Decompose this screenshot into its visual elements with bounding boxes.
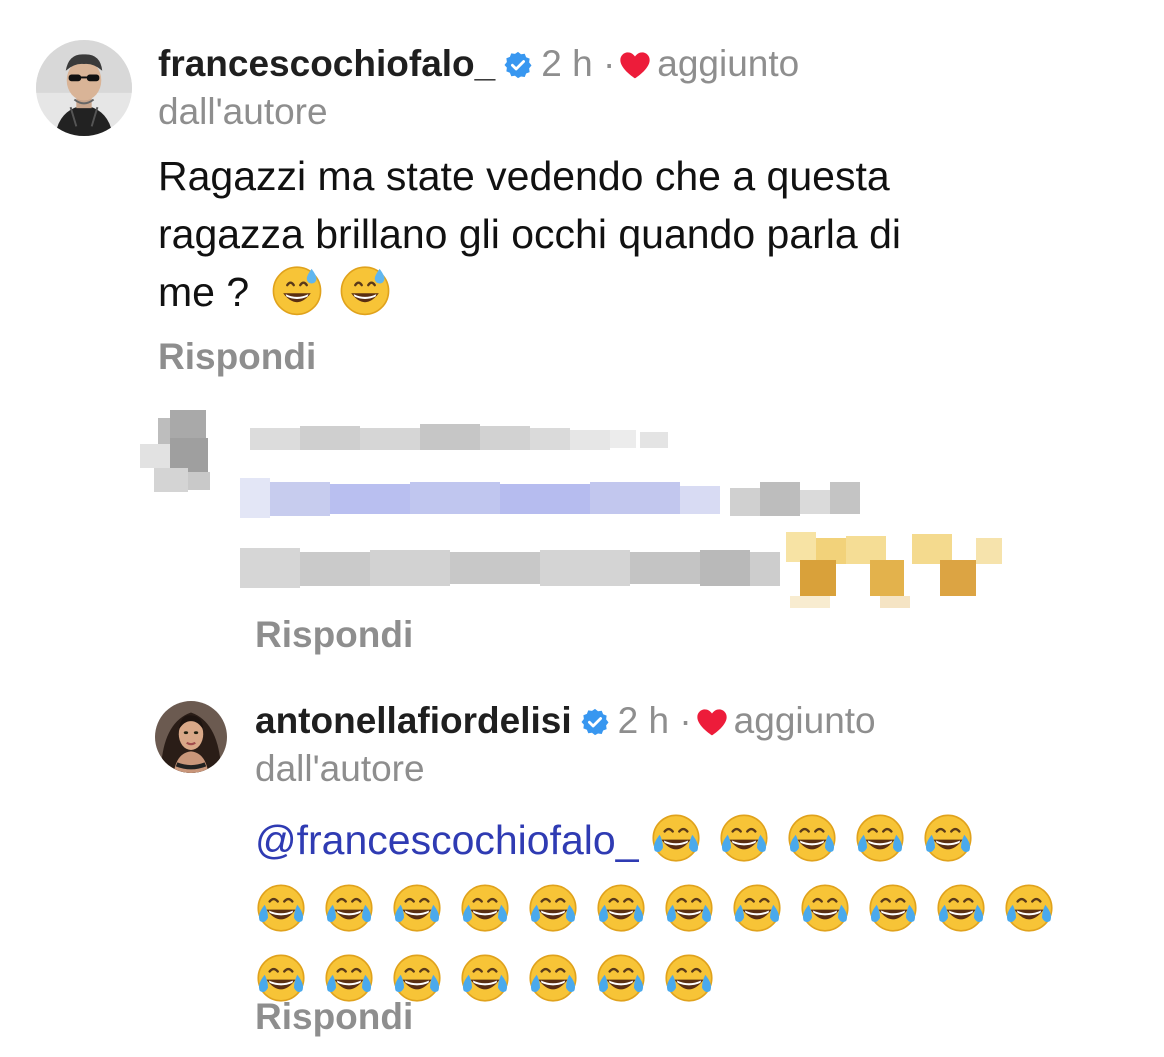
emoji-row — [255, 875, 1155, 945]
comment-text: @francescochiofalo_ — [255, 805, 1155, 1015]
tears-of-joy-emoji — [650, 812, 702, 864]
verified-badge-icon — [580, 707, 610, 737]
tears-of-joy-emoji — [595, 952, 647, 1004]
tears-of-joy-emoji — [527, 952, 579, 1004]
username[interactable]: antonellafiordelisi — [255, 700, 572, 741]
verified-badge-icon — [503, 50, 533, 80]
tears-of-joy-emoji — [255, 882, 307, 934]
tears-of-joy-emoji — [459, 882, 511, 934]
avatar-antonellafiordelisi[interactable] — [155, 701, 227, 773]
mention-link[interactable]: @francescochiofalo_ — [255, 817, 639, 863]
grinning-sweat-emoji — [339, 264, 391, 316]
tears-of-joy-emoji — [867, 882, 919, 934]
comment-header: francescochiofalo_ 2 h · aggiunto dall'aut… — [158, 40, 1138, 136]
tears-of-joy-emoji — [527, 882, 579, 934]
tears-of-joy-emoji — [854, 812, 906, 864]
author-like-label: aggiunto — [733, 700, 876, 741]
tears-of-joy-emoji — [935, 882, 987, 934]
separator: · — [602, 43, 616, 84]
author-like-label-2: dall'autore — [158, 91, 328, 132]
grinning-sweat-emoji — [271, 264, 323, 316]
emoji-row — [650, 814, 990, 863]
avatar-francescochiofalo[interactable] — [36, 40, 132, 136]
heart-icon — [696, 708, 728, 736]
heart-icon — [619, 51, 651, 79]
comment-time: 2 h — [617, 700, 670, 741]
reply-button[interactable]: Rispondi — [255, 614, 413, 656]
tears-of-joy-emoji — [595, 882, 647, 934]
comment-text: Ragazzi ma state vedendo che a questa ra… — [158, 147, 1138, 321]
tears-of-joy-emoji — [718, 812, 770, 864]
separator: · — [679, 700, 692, 741]
pixelated-comment — [140, 410, 1020, 610]
comment-text-end: me ? — [158, 269, 250, 315]
author-like-label: aggiunto — [657, 43, 800, 84]
username[interactable]: francescochiofalo_ — [158, 43, 495, 84]
comment-header: antonellafiordelisi 2 h · aggiunto dall'au… — [255, 697, 1145, 793]
tears-of-joy-emoji — [786, 812, 838, 864]
comment-text-line: ragazza brillano gli occhi quando parla … — [158, 211, 902, 257]
tears-of-joy-emoji — [731, 882, 783, 934]
comment-text-line: Ragazzi ma state vedendo che a questa — [158, 153, 890, 199]
tears-of-joy-emoji — [663, 882, 715, 934]
tears-of-joy-emoji — [391, 882, 443, 934]
tears-of-joy-emoji — [459, 952, 511, 1004]
author-like-label-2: dall'autore — [255, 748, 425, 789]
comment-text-line-last: me ? — [158, 263, 1138, 321]
pixelated-blur-graphic — [140, 410, 1002, 608]
reply-button[interactable]: Rispondi — [158, 336, 316, 378]
reply-button[interactable]: Rispondi — [255, 996, 413, 1038]
tears-of-joy-emoji — [922, 812, 974, 864]
tears-of-joy-emoji — [1003, 882, 1055, 934]
comment-time: 2 h — [541, 43, 593, 84]
tears-of-joy-emoji — [663, 952, 715, 1004]
tears-of-joy-emoji — [799, 882, 851, 934]
tears-of-joy-emoji — [323, 882, 375, 934]
emoji-line-1: @francescochiofalo_ — [255, 805, 1155, 875]
